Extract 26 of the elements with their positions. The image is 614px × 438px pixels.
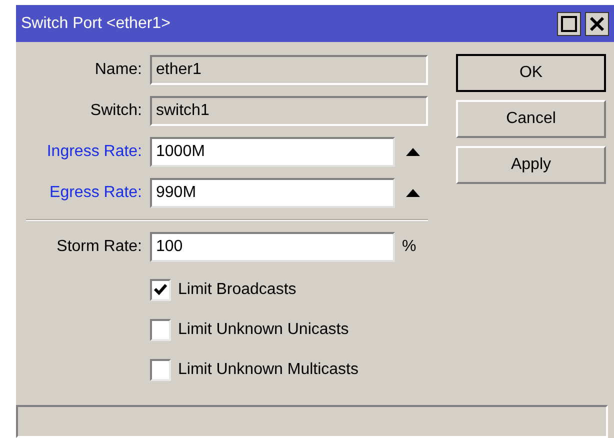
unit-label: % bbox=[402, 237, 416, 257]
input-field[interactable]: ether1 bbox=[150, 55, 428, 85]
field-label: Storm Rate: bbox=[56, 237, 143, 257]
input-field[interactable]: 100 bbox=[150, 232, 395, 262]
dialog-button[interactable]: Apply bbox=[456, 146, 606, 184]
input-field[interactable]: switch1 bbox=[150, 96, 428, 126]
maximize-icon[interactable] bbox=[557, 12, 581, 36]
dialog-button[interactable]: OK bbox=[456, 54, 606, 92]
field-label: Egress Rate: bbox=[48, 183, 143, 203]
checkmark-icon bbox=[154, 284, 167, 295]
field-label: Ingress Rate: bbox=[46, 142, 143, 162]
up-triangle-icon[interactable] bbox=[406, 189, 420, 197]
field-label: Switch: bbox=[89, 101, 143, 121]
window-title: Switch Port <ether1> bbox=[21, 14, 170, 34]
dialog-button[interactable]: Cancel bbox=[456, 100, 606, 138]
input-field[interactable]: 990M bbox=[150, 178, 395, 208]
field-label: Name: bbox=[94, 60, 143, 80]
up-triangle-icon[interactable] bbox=[406, 148, 420, 156]
checkbox-label: Limit Unknown Multicasts bbox=[178, 360, 358, 380]
checkbox-label: Limit Broadcasts bbox=[178, 280, 296, 300]
checkbox-label: Limit Unknown Unicasts bbox=[178, 320, 349, 340]
checkbox[interactable] bbox=[150, 318, 171, 340]
input-field[interactable]: 1000M bbox=[150, 137, 395, 167]
close-icon[interactable] bbox=[585, 12, 609, 36]
checkbox[interactable] bbox=[150, 278, 171, 300]
checkbox[interactable] bbox=[150, 358, 171, 380]
